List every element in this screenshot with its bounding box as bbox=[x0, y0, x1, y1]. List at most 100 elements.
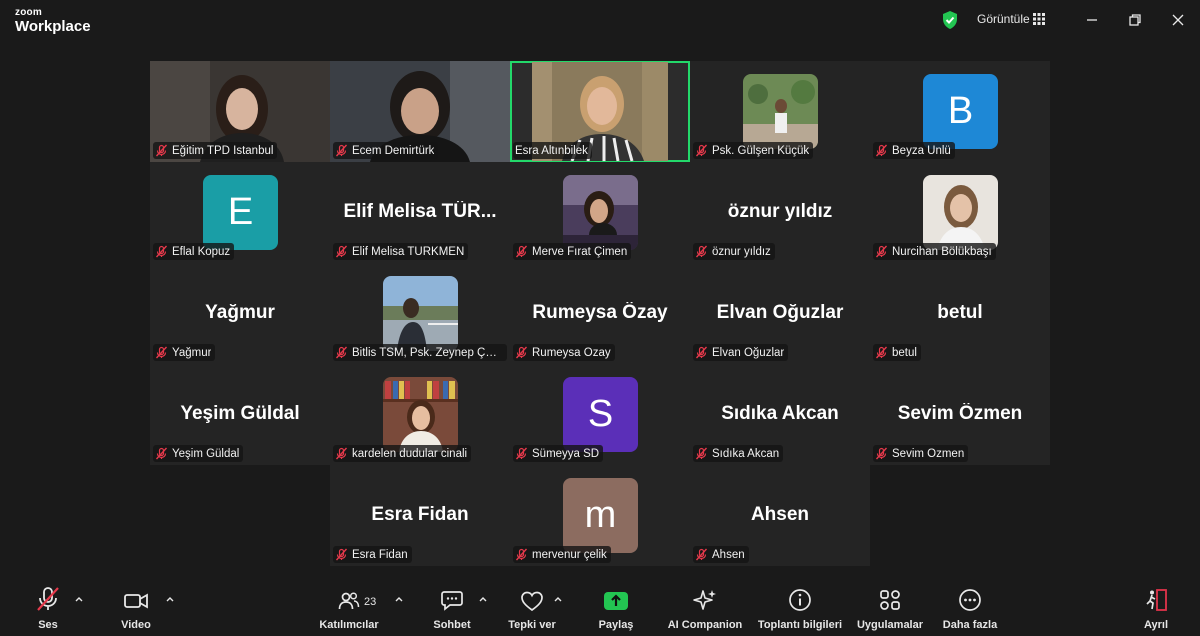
participant-tile[interactable]: m mervenur çelik bbox=[510, 465, 690, 566]
reactions-button[interactable]: Tepki ver bbox=[506, 582, 558, 636]
participant-photo bbox=[743, 74, 818, 149]
participant-tile[interactable]: Bitlis TSM, Psk. Zeynep Çağl... bbox=[330, 263, 510, 364]
participant-tile[interactable]: Sıdıka Akcan Sıdıka Akcan bbox=[690, 364, 870, 465]
video-button[interactable]: Video bbox=[116, 582, 156, 636]
participant-photo bbox=[563, 175, 638, 250]
participant-name-label: Sümeyya SD bbox=[513, 445, 604, 462]
zoom-logo: zoom Workplace bbox=[15, 7, 91, 35]
audio-button[interactable]: Ses bbox=[28, 582, 68, 636]
chat-options-chevron-up-icon[interactable] bbox=[478, 594, 488, 604]
leave-button[interactable]: Ayrıl bbox=[1136, 582, 1176, 636]
logo-workplace-text: Workplace bbox=[15, 18, 91, 35]
participant-name-label: Beyza Ünlü bbox=[873, 142, 955, 159]
reactions-label: Tepki ver bbox=[508, 619, 556, 631]
muted-mic-icon bbox=[335, 548, 348, 561]
initial-avatar: B bbox=[923, 74, 998, 149]
participant-tile[interactable]: S Sümeyya SD bbox=[510, 364, 690, 465]
participant-name-label: Ecem Demirtürk bbox=[333, 142, 439, 159]
info-icon bbox=[789, 589, 811, 611]
participant-display-name: Ahsen bbox=[750, 504, 810, 525]
view-button[interactable]: Görüntüle bbox=[977, 12, 1030, 26]
participant-tile[interactable]: E Eflal Kopuz bbox=[150, 162, 330, 263]
more-button[interactable]: Daha fazla bbox=[940, 582, 1000, 636]
participant-tile[interactable]: Ecem Demirtürk bbox=[330, 61, 510, 162]
participant-tile[interactable]: B Beyza Ünlü bbox=[870, 61, 1050, 162]
share-screen-button[interactable]: Paylaş bbox=[594, 582, 638, 636]
logo-zoom-text: zoom bbox=[15, 7, 42, 18]
participant-tile[interactable]: Yeşim Güldal Yeşim Güldal bbox=[150, 364, 330, 465]
participant-tile[interactable]: kardelen dudular cinali bbox=[330, 364, 510, 465]
participant-name-label: Elif Melisa TÜRKMEN bbox=[333, 243, 469, 260]
video-options-chevron-up-icon[interactable] bbox=[165, 594, 175, 604]
participant-display-name: Elif Melisa TÜR... bbox=[343, 201, 497, 222]
participant-tile[interactable]: Yağmur Yağmur bbox=[150, 263, 330, 364]
participants-options-chevron-up-icon[interactable] bbox=[394, 594, 404, 604]
participant-tile[interactable]: Ahsen Ahsen bbox=[690, 465, 870, 566]
participant-photo bbox=[923, 175, 998, 250]
participant-display-name: Sıdıka Akcan bbox=[721, 403, 839, 424]
participant-name-label: Elvan Oğuzlar bbox=[693, 344, 789, 361]
participant-name-label: Esra Altınbilek bbox=[513, 142, 592, 159]
initial-avatar: S bbox=[563, 377, 638, 452]
participant-tile[interactable]: Sevim Özmen Sevim Özmen bbox=[870, 364, 1050, 465]
audio-options-chevron-up-icon[interactable] bbox=[74, 594, 84, 604]
muted-mic-icon bbox=[875, 144, 888, 157]
audio-label: Ses bbox=[38, 619, 58, 631]
participant-display-name: öznur yıldız bbox=[727, 201, 833, 222]
participant-gallery: Eğitim TPD İstanbul Ecem Demirtürk Esra … bbox=[150, 61, 1050, 567]
participant-tile[interactable]: öznur yıldız öznur yıldız bbox=[690, 162, 870, 263]
participant-name-label: Nurcihan Bölükbaşı bbox=[873, 243, 996, 260]
participant-tile[interactable]: Nurcihan Bölükbaşı bbox=[870, 162, 1050, 263]
apps-label: Uygulamalar bbox=[856, 619, 924, 631]
muted-mic-icon bbox=[155, 447, 168, 460]
muted-mic-icon bbox=[515, 346, 528, 359]
muted-mic-icon bbox=[37, 587, 59, 611]
participant-tile[interactable]: Elvan Oğuzlar Elvan Oğuzlar bbox=[690, 263, 870, 364]
apps-icon bbox=[880, 590, 900, 610]
participant-display-name: Yeşim Güldal bbox=[180, 403, 300, 424]
participant-name-label: kardelen dudular cinali bbox=[333, 445, 472, 462]
participants-button[interactable]: Katılımcılar bbox=[316, 582, 382, 636]
initial-avatar: E bbox=[203, 175, 278, 250]
encryption-shield-icon[interactable] bbox=[940, 10, 960, 30]
participant-tile[interactable]: Merve Fırat Çimen bbox=[510, 162, 690, 263]
participant-display-name: Yağmur bbox=[205, 302, 275, 323]
participant-tile[interactable]: Psk. Gülşen Küçük bbox=[690, 61, 870, 162]
participant-tile[interactable]: Rumeysa Özay Rumeysa Özay bbox=[510, 263, 690, 364]
participants-label: Katılımcılar bbox=[319, 619, 379, 631]
video-camera-icon bbox=[124, 593, 148, 609]
participant-name-label: Yağmur bbox=[153, 344, 216, 361]
muted-mic-icon bbox=[335, 245, 348, 258]
apps-button[interactable]: Uygulamalar bbox=[856, 582, 924, 636]
video-label: Video bbox=[121, 619, 151, 631]
leave-door-icon bbox=[1146, 589, 1167, 611]
ai-companion-label: AI Companion bbox=[667, 619, 743, 631]
grid-view-icon[interactable] bbox=[1033, 13, 1045, 25]
reactions-options-chevron-up-icon[interactable] bbox=[553, 594, 563, 604]
chat-button[interactable]: Sohbet bbox=[430, 582, 474, 636]
restore-icon[interactable] bbox=[1125, 10, 1145, 30]
muted-mic-icon bbox=[875, 447, 888, 460]
muted-mic-icon bbox=[515, 245, 528, 258]
muted-mic-icon bbox=[695, 144, 708, 157]
participant-display-name: Esra Fidan bbox=[371, 504, 469, 525]
muted-mic-icon bbox=[335, 447, 348, 460]
participant-name-label: Yeşim Güldal bbox=[153, 445, 244, 462]
minimize-icon[interactable] bbox=[1082, 10, 1102, 30]
more-label: Daha fazla bbox=[942, 619, 998, 631]
ai-sparkle-icon bbox=[693, 590, 716, 610]
participant-tile[interactable]: Eğitim TPD İstanbul bbox=[150, 61, 330, 162]
participant-display-name: betul bbox=[937, 302, 983, 323]
participant-name-label: Sıdıka Akcan bbox=[693, 445, 784, 462]
participant-tile-active-speaker[interactable]: Esra Altınbilek bbox=[510, 61, 690, 162]
participants-icon bbox=[338, 592, 360, 610]
participant-tile[interactable]: Elif Melisa TÜR... Elif Melisa TÜRKMEN bbox=[330, 162, 510, 263]
participant-tile[interactable]: Esra Fidan Esra Fidan bbox=[330, 465, 510, 566]
participant-name-label: Eğitim TPD İstanbul bbox=[153, 142, 278, 159]
participants-count: 23 bbox=[364, 596, 377, 608]
meeting-info-button[interactable]: Toplantı bilgileri bbox=[756, 582, 844, 636]
close-icon[interactable] bbox=[1168, 10, 1188, 30]
participant-name-label: Rumeysa Özay bbox=[513, 344, 615, 361]
ai-companion-button[interactable]: AI Companion bbox=[666, 582, 744, 636]
participant-tile[interactable]: betul betul bbox=[870, 263, 1050, 364]
